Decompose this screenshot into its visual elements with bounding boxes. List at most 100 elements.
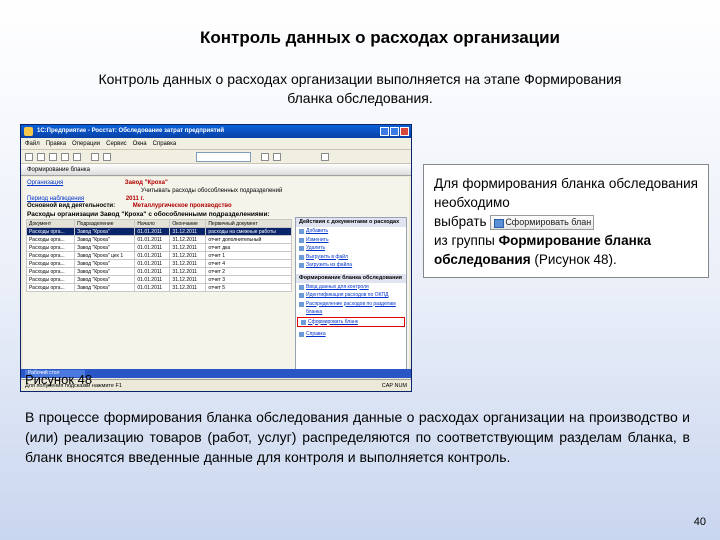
callout-line3: из группы Формирование бланка обследован… bbox=[434, 231, 698, 269]
toolbar-search-combo[interactable] bbox=[196, 152, 251, 162]
menu-operations[interactable]: Операции bbox=[72, 138, 100, 149]
table-cell: 01.01.2011 bbox=[134, 243, 171, 252]
action-help[interactable]: Справка bbox=[296, 330, 406, 339]
menu-file[interactable]: Файл bbox=[25, 138, 40, 149]
close-icon[interactable] bbox=[400, 127, 409, 136]
col-start[interactable]: Начало bbox=[134, 219, 171, 228]
table-cell: Расходы орга... bbox=[25, 275, 76, 284]
org-value: Завод "Кроха" bbox=[124, 180, 168, 186]
copy-icon[interactable] bbox=[61, 153, 69, 161]
table-cell: 01.01.2011 bbox=[134, 235, 171, 244]
status-indicators: CAP NUM bbox=[381, 383, 407, 389]
menu-windows[interactable]: Окна bbox=[133, 138, 147, 149]
minimize-icon[interactable] bbox=[380, 127, 389, 136]
table-row[interactable]: Расходы орга... Завод "Кроха" 01.01.2011 31… bbox=[25, 243, 292, 252]
table-cell: 01.01.2011 bbox=[134, 283, 171, 292]
table-cell: Расходы орга... bbox=[25, 283, 76, 292]
table-cell: Завод "Кроха" bbox=[74, 227, 136, 236]
table-cell: 31.12.2011 bbox=[169, 251, 207, 260]
menu-edit[interactable]: Правка bbox=[46, 138, 66, 149]
table-cell: отчет 1 bbox=[205, 251, 292, 260]
search-icon[interactable] bbox=[103, 153, 111, 161]
paste-icon[interactable] bbox=[73, 153, 81, 161]
window-titlebar: 1С:Предприятие - Росстат: Обследование з… bbox=[21, 125, 411, 138]
table-row[interactable]: Расходы орга... Завод "Кроха" 01.01.2011 31… bbox=[25, 275, 292, 284]
table-cell: отчет 4 bbox=[205, 259, 292, 268]
table-cell: Расходы орга... bbox=[25, 259, 76, 268]
menubar: Файл Правка Операции Сервис Окна Справка bbox=[21, 138, 411, 150]
activity-value: Металлургическое производство bbox=[132, 203, 232, 209]
activity-label: Основной вид деятельности: bbox=[27, 203, 116, 209]
form-title: Формирование бланка bbox=[21, 164, 411, 176]
table-cell: 31.12.2011 bbox=[169, 227, 207, 236]
callout-line2: выбрать Сформировать блан bbox=[434, 212, 698, 231]
cut-icon[interactable] bbox=[49, 153, 57, 161]
undo-icon[interactable] bbox=[91, 153, 99, 161]
body-text: В процессе формирования бланка обследова… bbox=[25, 409, 690, 465]
table-cell: Расходы орга... bbox=[25, 243, 76, 252]
table-cell: 01.01.2011 bbox=[134, 275, 171, 284]
table-cell: отчет дка bbox=[205, 243, 292, 252]
table-cell: 01.01.2011 bbox=[134, 251, 171, 260]
action-control-input[interactable]: Ввод данных для контроля bbox=[296, 283, 406, 292]
menu-service[interactable]: Сервис bbox=[106, 138, 127, 149]
menu-help[interactable]: Справка bbox=[153, 138, 177, 149]
maximize-icon[interactable] bbox=[390, 127, 399, 136]
table-cell: 01.01.2011 bbox=[134, 267, 171, 276]
table-cell: 31.12.2011 bbox=[169, 259, 207, 268]
action-edit[interactable]: Изменить bbox=[296, 236, 406, 245]
table-cell: Завод "Кроха" цех 1 bbox=[74, 251, 136, 260]
action-delete[interactable]: Удалить bbox=[296, 244, 406, 253]
table-cell: Расходы орга... bbox=[25, 251, 76, 260]
slide-title: Контроль данных о расходах организации bbox=[200, 28, 560, 47]
action-okpd-identification[interactable]: Идентификация расходов по ОКПД bbox=[296, 291, 406, 300]
callout-group-prefix: из группы bbox=[434, 233, 499, 248]
actions-panel: Действия с документами о расходах Добави… bbox=[295, 217, 407, 377]
toolbar bbox=[21, 150, 411, 164]
generate-form-button[interactable]: Сформировать блан bbox=[490, 214, 595, 230]
open-icon[interactable] bbox=[37, 153, 45, 161]
instruction-callout: Для формирования бланка обследования нео… bbox=[423, 164, 709, 278]
action-distribute[interactable]: Распределение расходов по разделам бланк… bbox=[296, 300, 406, 317]
action-import[interactable]: Загрузить из файла bbox=[296, 261, 406, 270]
action-export[interactable]: Выгрузить в файл bbox=[296, 253, 406, 262]
col-document[interactable]: Документ bbox=[25, 219, 76, 228]
table-cell: Завод "Кроха" bbox=[74, 259, 136, 268]
expenses-table: Документ Подразделение Начало Окончание … bbox=[25, 219, 292, 292]
table-cell: расходы на смежные работы bbox=[205, 227, 292, 236]
table-cell: Завод "Кроха" bbox=[74, 267, 136, 276]
col-subdivision[interactable]: Подразделение bbox=[74, 219, 136, 228]
action-generate-form[interactable]: Сформировать бланк bbox=[297, 316, 405, 327]
app-icon bbox=[24, 127, 33, 136]
org-link[interactable]: Организация bbox=[27, 180, 63, 186]
flag-text[interactable]: Учитывать расходы обособленных подраздел… bbox=[141, 187, 282, 195]
table-cell: 31.12.2011 bbox=[169, 235, 207, 244]
col-primary-doc[interactable]: Первичный документ bbox=[205, 219, 292, 228]
new-icon[interactable] bbox=[25, 153, 33, 161]
table-cell: Расходы орга... bbox=[25, 267, 76, 276]
window-title: 1С:Предприятие - Росстат: Обследование з… bbox=[37, 128, 225, 134]
table-cell: 31.12.2011 bbox=[169, 243, 207, 252]
table-row[interactable]: Расходы орга... Завод "Кроха" цех 1 01.01.… bbox=[25, 251, 292, 260]
table-row[interactable]: Расходы орга... Завод "Кроха" 01.01.2011 31… bbox=[25, 227, 292, 236]
table-cell: отчет дополнительный bbox=[205, 235, 292, 244]
calendar-icon[interactable] bbox=[273, 153, 281, 161]
table-cell: отчет 3 bbox=[205, 275, 292, 284]
calculator-icon[interactable] bbox=[261, 153, 269, 161]
col-end[interactable]: Окончание bbox=[169, 219, 207, 228]
table-cell: 01.01.2011 bbox=[134, 259, 171, 268]
section-title: Расходы организации Завод "Кроха" с обос… bbox=[27, 211, 270, 218]
table-cell: отчет 2 bbox=[205, 267, 292, 276]
table-cell: Завод "Кроха" bbox=[74, 243, 136, 252]
table-row[interactable]: Расходы орга... Завод "Кроха" 01.01.2011 31… bbox=[25, 235, 292, 244]
table-row[interactable]: Расходы орга... Завод "Кроха" 01.01.2011 31… bbox=[25, 259, 292, 268]
table-cell: 31.12.2011 bbox=[169, 275, 207, 284]
callout-select-text: выбрать bbox=[434, 214, 487, 229]
table-row[interactable]: Расходы орга... Завод "Кроха" 01.01.2011 31… bbox=[25, 283, 292, 292]
table-row[interactable]: Расходы орга... Завод "Кроха" 01.01.2011 31… bbox=[25, 267, 292, 276]
table-cell: 31.12.2011 bbox=[169, 283, 207, 292]
action-add[interactable]: Добавить bbox=[296, 227, 406, 236]
help-icon[interactable] bbox=[321, 153, 329, 161]
table-cell: Расходы орга... bbox=[25, 227, 76, 236]
callout-line1: Для формирования бланка обследования нео… bbox=[434, 176, 698, 210]
